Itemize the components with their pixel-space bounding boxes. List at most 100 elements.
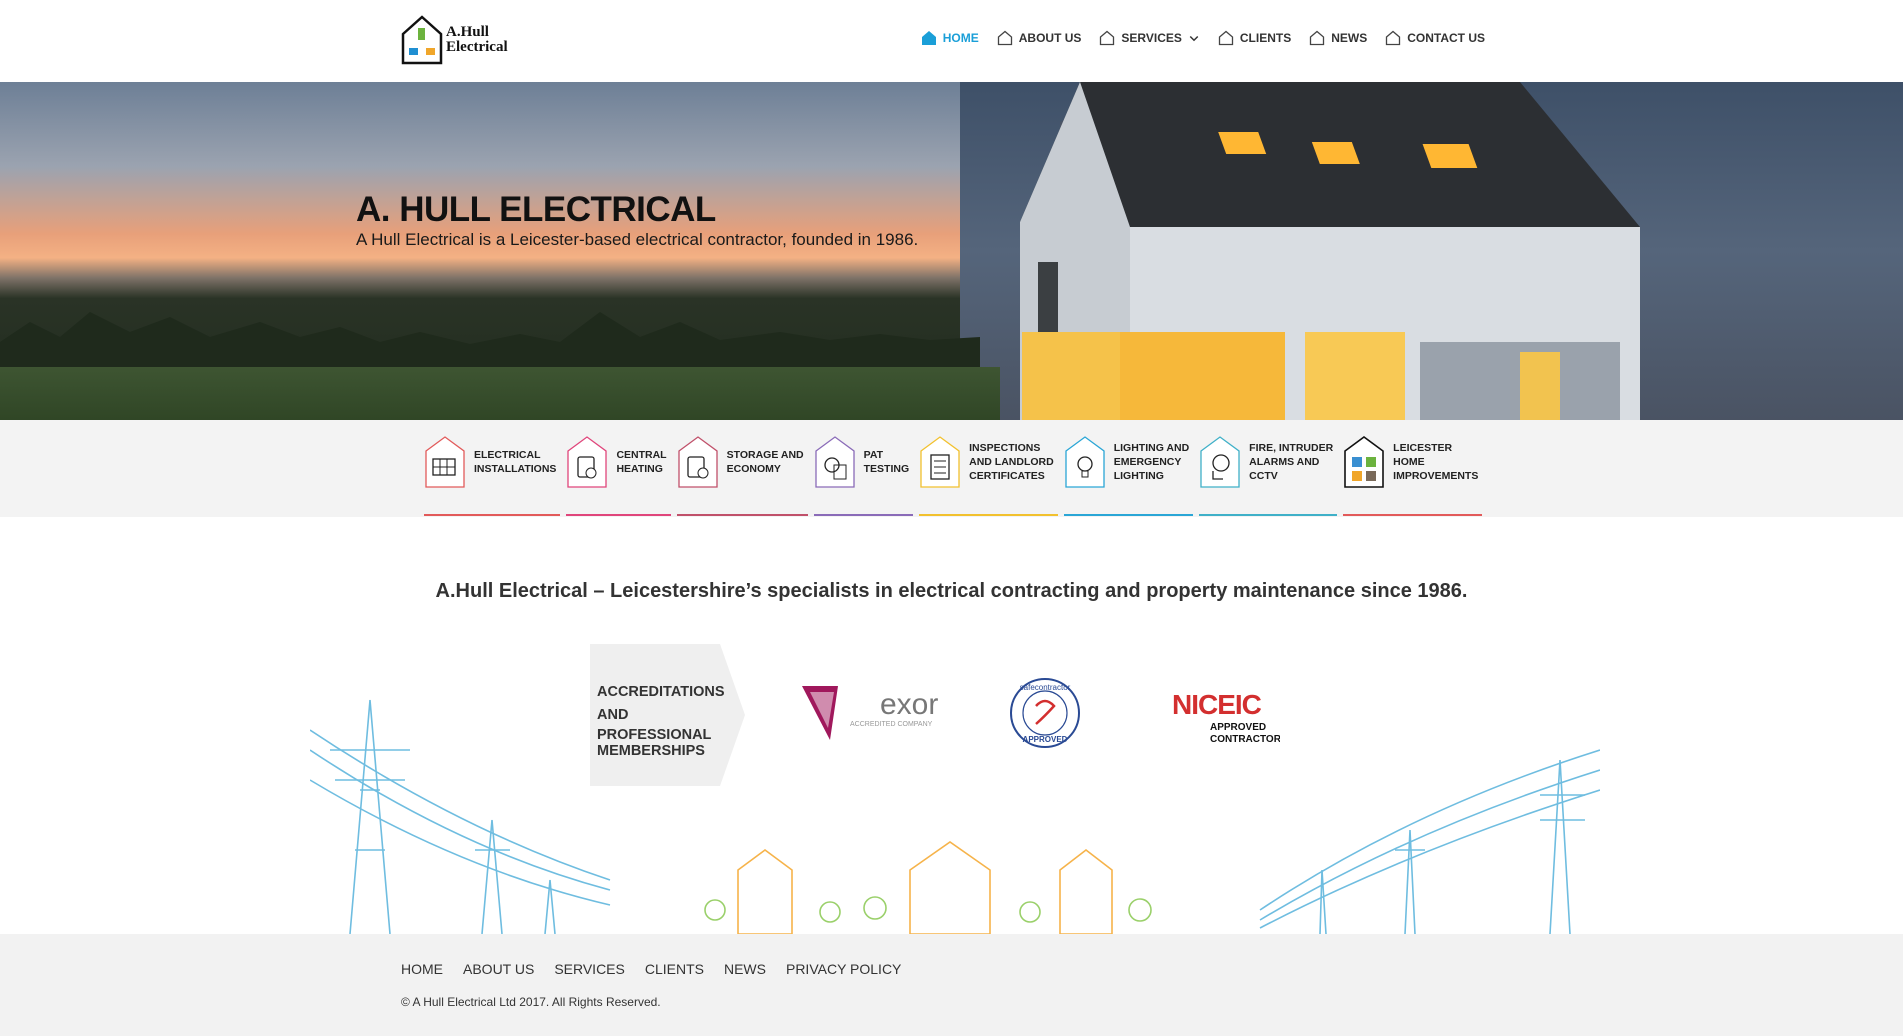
- service-underline: [919, 514, 1058, 516]
- nav-home-label: HOME: [942, 31, 979, 45]
- footer-link-privacy-policy[interactable]: PRIVACY POLICY: [786, 961, 901, 977]
- service-central-heating[interactable]: CENTRAL HEATING: [566, 430, 676, 516]
- service-storage-and-economy[interactable]: STORAGE AND ECONOMY: [676, 430, 814, 516]
- service-lighting[interactable]: LIGHTING AND EMERGENCY LIGHTING: [1063, 430, 1199, 516]
- copyright-text: © A Hull Electrical Ltd 2017. All Rights…: [401, 995, 661, 1009]
- site-footer: HOME ABOUT US SERVICES CLIENTS NEWS PRIV…: [0, 934, 1903, 1036]
- house-outline-icon: [1100, 30, 1115, 46]
- service-label-line: ECONOMY: [726, 462, 781, 475]
- accreditations-heading: ACCREDITATIONS AND PROFESSIONAL MEMBERSH…: [597, 681, 725, 759]
- house-outline-icon: [1218, 30, 1234, 46]
- hero-subtitle: A Hull Electrical is a Leicester-based e…: [356, 230, 919, 249]
- nav-contact-us[interactable]: CONTACT US: [1385, 30, 1485, 46]
- exor-logo[interactable]: exor ACCREDITED COMPANY: [800, 678, 940, 748]
- service-label-line: HEATING: [616, 462, 663, 475]
- house-outline-icon: [1386, 30, 1401, 46]
- chevron-down-icon: [1189, 35, 1199, 42]
- site-tagline: A.Hull Electrical – Leicestershire’s spe…: [435, 580, 1468, 602]
- nav-about-us[interactable]: ABOUT US: [997, 30, 1082, 46]
- service-underline: [424, 514, 561, 516]
- footer-link-services[interactable]: SERVICES: [554, 961, 625, 977]
- service-label-line: TESTING: [863, 462, 910, 475]
- niceic-logo-name: NICEIC: [1172, 689, 1262, 720]
- nav-news-label: NEWS: [1331, 31, 1368, 45]
- exor-logo-subtitle: ACCREDITED COMPANY: [850, 721, 933, 728]
- hero-title: A. HULL ELECTRICAL: [356, 190, 716, 229]
- nav-about-us-label: ABOUT US: [1018, 31, 1082, 45]
- battery-icon: [677, 435, 718, 488]
- service-label-line: CCTV: [1249, 469, 1278, 482]
- nav-contact-us-label: CONTACT US: [1407, 31, 1485, 45]
- test-meter-icon: [814, 435, 855, 488]
- service-label-line: EMERGENCY: [1113, 455, 1182, 468]
- house-outline-icon: [1310, 30, 1325, 46]
- service-label-line: AND LANDLORD: [969, 455, 1054, 468]
- service-label-line: CERTIFICATES: [969, 469, 1045, 482]
- niceic-logo[interactable]: NICEIC APPROVED CONTRACTOR: [1170, 684, 1280, 748]
- footer-link-news[interactable]: NEWS: [724, 961, 766, 977]
- checklist-icon: [920, 435, 960, 488]
- logo-line1: A.Hull: [446, 24, 489, 40]
- service-home-improvements[interactable]: LEICESTER HOME IMPROVEMENTS: [1343, 430, 1488, 516]
- site-logo[interactable]: A.Hull Electrical: [400, 12, 520, 68]
- services-list: ELECTRICAL INSTALLATIONS CENTRAL HEATING S…: [424, 430, 1488, 516]
- accreditations-heading-line: MEMBERSHIPS: [597, 743, 705, 759]
- nav-clients[interactable]: CLIENTS: [1218, 30, 1291, 46]
- niceic-approved-text: APPROVED: [1210, 722, 1266, 733]
- services-strip: ELECTRICAL INSTALLATIONS CENTRAL HEATING S…: [0, 420, 1903, 517]
- service-electrical-installations[interactable]: ELECTRICAL INSTALLATIONS: [424, 430, 566, 516]
- niceic-contractor-text: CONTRACTOR: [1210, 734, 1280, 745]
- exor-logo-name: exor: [880, 688, 938, 721]
- service-label-line: FIRE, INTRUDER: [1249, 441, 1334, 454]
- logo-house-icon: [401, 15, 443, 65]
- nav-news[interactable]: NEWS: [1309, 30, 1367, 46]
- service-label-line: ALARMS AND: [1249, 455, 1320, 468]
- nav-services-label: SERVICES: [1121, 31, 1182, 45]
- service-label-line: IMPROVEMENTS: [1393, 469, 1479, 482]
- service-pat-testing[interactable]: PAT TESTING: [813, 430, 920, 516]
- footer-link-home[interactable]: HOME: [401, 961, 443, 977]
- house-outline-icon: [997, 30, 1012, 46]
- service-label-line: ELECTRICAL: [474, 448, 541, 461]
- pylons-houses-illustration: [310, 699, 1600, 934]
- modern-house-illustration: [1020, 82, 1640, 420]
- lightbulb-icon: [1065, 435, 1105, 488]
- service-fire-intruder-cctv[interactable]: FIRE, INTRUDER ALARMS AND CCTV: [1199, 430, 1343, 516]
- home-improvements-icon: [1344, 435, 1384, 488]
- nav-clients-label: CLIENTS: [1239, 31, 1292, 45]
- service-underline: [566, 514, 671, 516]
- service-label-line: INSTALLATIONS: [474, 462, 557, 475]
- service-label-line: LEICESTER: [1393, 441, 1453, 454]
- service-underline: [1343, 514, 1483, 516]
- service-label-line: LIGHTING: [1113, 469, 1164, 482]
- logo-text: A.Hull Electrical: [446, 25, 508, 55]
- service-underline: [1199, 514, 1338, 516]
- service-label-line: INSPECTIONS: [969, 441, 1041, 454]
- nav-home[interactable]: HOME: [921, 30, 979, 46]
- accreditations-heading-line: ACCREDITATIONS: [597, 684, 725, 700]
- safecontractor-top-text: safecontractor: [1020, 683, 1071, 692]
- footer-nav: HOME ABOUT US SERVICES CLIENTS NEWS PRIV…: [401, 961, 901, 977]
- main-nav: HOME ABOUT US SERVICES CLIENTS NEWS CONT…: [921, 30, 1485, 46]
- service-label-line: LIGHTING AND: [1113, 441, 1190, 454]
- footer-link-about-us[interactable]: ABOUT US: [463, 961, 534, 977]
- footer-link-clients[interactable]: CLIENTS: [645, 961, 704, 977]
- service-label-line: CENTRAL: [616, 448, 667, 461]
- service-label-line: PAT: [863, 448, 884, 461]
- hero-lawn: [0, 367, 1000, 420]
- service-underline: [813, 514, 914, 516]
- service-label-line: HOME: [1393, 455, 1425, 468]
- solar-panel-icon: [425, 435, 465, 488]
- service-underline: [1063, 514, 1194, 516]
- hero-banner: A. HULL ELECTRICAL A Hull Electrical is …: [0, 82, 1903, 420]
- boiler-icon: [567, 435, 608, 488]
- service-inspections[interactable]: INSPECTIONS AND LANDLORD CERTIFICATES: [919, 430, 1064, 516]
- nav-services[interactable]: SERVICES: [1099, 30, 1199, 46]
- safecontractor-bottom-text: APPROVED: [1023, 735, 1068, 744]
- home-icon: [921, 31, 936, 45]
- safecontractor-logo[interactable]: safecontractor APPROVED: [1008, 676, 1082, 750]
- accreditations-heading-line: AND: [597, 707, 629, 723]
- accreditations-heading-line: PROFESSIONAL: [597, 727, 712, 743]
- service-label-line: STORAGE AND: [726, 448, 804, 461]
- site-header: A.Hull Electrical HOME ABOUT US SERVICES…: [0, 0, 1903, 82]
